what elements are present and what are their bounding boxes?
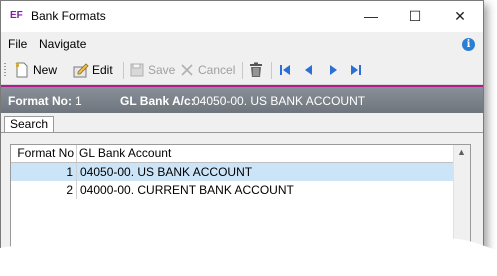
- toolbar-separator: [271, 62, 272, 79]
- toolbar-separator: [123, 62, 124, 79]
- table-row[interactable]: 2 04000-00. CURRENT BANK ACCOUNT: [11, 181, 454, 199]
- row-gl-bank-account: 04000-00. CURRENT BANK ACCOUNT: [80, 183, 294, 197]
- close-button[interactable]: ✕: [438, 1, 482, 31]
- edit-button[interactable]: Edit: [73, 62, 113, 78]
- trash-icon: [248, 62, 264, 78]
- new-document-icon: [14, 62, 30, 78]
- maximize-button[interactable]: ☐: [393, 1, 437, 31]
- minimize-button[interactable]: —: [349, 1, 393, 31]
- format-no-value: 1: [75, 94, 82, 108]
- bank-formats-window: EF Bank Formats — ☐ ✕ File Navigate i Ne…: [0, 0, 484, 271]
- title-bar[interactable]: EF Bank Formats — ☐ ✕: [1, 1, 483, 32]
- toolbar: New Edit Save Cancel: [1, 56, 483, 85]
- menu-file[interactable]: File: [8, 37, 27, 51]
- edit-button-label: Edit: [92, 63, 113, 77]
- maximize-icon: ☐: [408, 7, 422, 24]
- save-icon: [129, 62, 145, 78]
- torn-edge-decoration: [0, 238, 497, 276]
- minimize-icon: —: [364, 8, 378, 24]
- column-header-gl-bank-account[interactable]: GL Bank Account: [77, 145, 454, 162]
- window-title: Bank Formats: [31, 9, 106, 23]
- record-header-band: Format No: 1 GL Bank A/c: 04050-00. US B…: [1, 85, 483, 113]
- app-logo-icon: EF: [10, 10, 23, 21]
- cancel-button[interactable]: Cancel: [179, 62, 235, 78]
- row-gl-bank-account: 04050-00. US BANK ACCOUNT: [80, 165, 253, 179]
- next-record-icon[interactable]: [327, 64, 339, 76]
- scroll-up-icon[interactable]: ▲: [457, 147, 466, 157]
- gl-bank-account-value: 04050-00. US BANK ACCOUNT: [193, 94, 366, 108]
- new-button-label: New: [33, 63, 58, 77]
- close-icon: ✕: [454, 7, 466, 24]
- toolbar-grip-icon[interactable]: [4, 63, 6, 77]
- info-icon[interactable]: i: [462, 38, 475, 51]
- row-format-no: 2: [11, 181, 77, 199]
- menu-navigate[interactable]: Navigate: [39, 37, 86, 51]
- cancel-button-label: Cancel: [198, 63, 236, 77]
- first-record-icon[interactable]: [279, 64, 291, 76]
- format-no-label: Format No:: [8, 94, 72, 108]
- gl-bank-account-label: GL Bank A/c:: [120, 94, 195, 108]
- table-row[interactable]: 1 04050-00. US BANK ACCOUNT: [11, 163, 454, 181]
- save-button[interactable]: Save: [129, 62, 175, 78]
- edit-icon: [73, 62, 89, 78]
- delete-button[interactable]: [248, 62, 267, 78]
- row-format-no: 1: [11, 163, 77, 181]
- grid-header: Format No GL Bank Account: [11, 145, 454, 163]
- new-button[interactable]: New: [14, 62, 57, 78]
- menu-bar: File Navigate i: [1, 32, 483, 56]
- save-button-label: Save: [148, 63, 176, 77]
- toolbar-separator: [242, 62, 243, 79]
- column-header-format-no[interactable]: Format No: [11, 145, 77, 162]
- tab-search[interactable]: Search: [4, 116, 55, 133]
- last-record-icon[interactable]: [350, 64, 362, 76]
- tab-divider: [1, 132, 483, 133]
- previous-record-icon[interactable]: [303, 64, 315, 76]
- cancel-icon: [179, 62, 195, 78]
